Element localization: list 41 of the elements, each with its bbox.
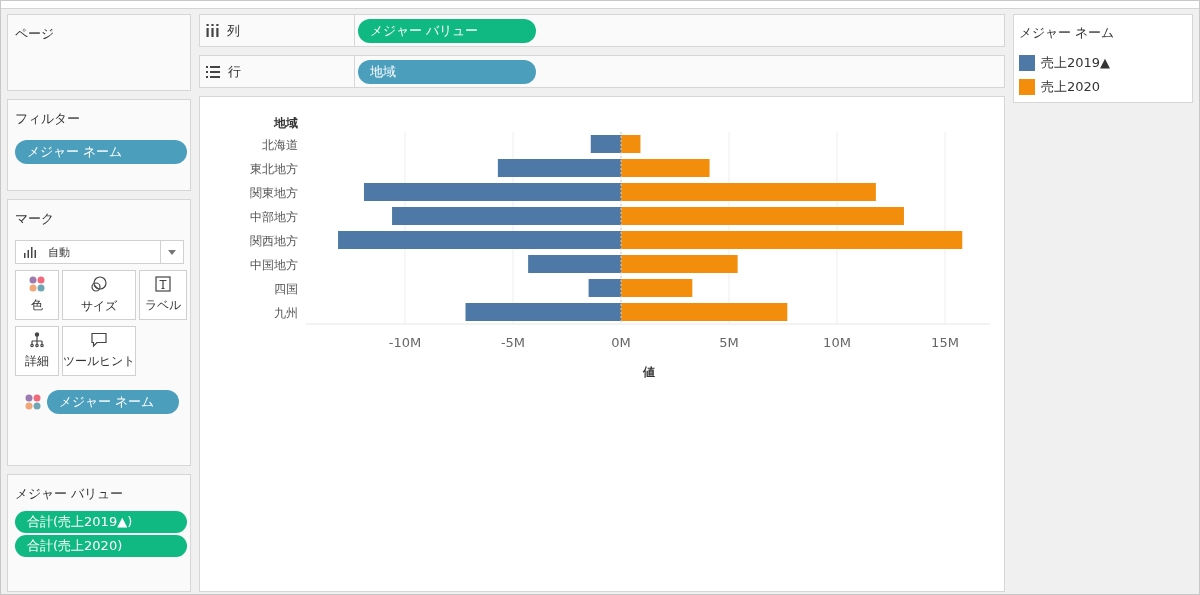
category-label: 中国地方 [250,257,298,272]
row-header: 地域 [274,116,298,130]
panel-title: ページ [15,25,55,43]
mark-property-button[interactable]: サイズ [62,270,136,320]
category-label: 関西地方 [250,233,298,248]
axis-tick-label: 0M [611,335,631,350]
text-label-icon [155,276,171,292]
axis-tick-label: 5M [719,335,739,350]
category-label: 四国 [274,281,298,296]
category-label: 東北地方 [250,161,298,176]
legend-label: 売上2019▲ [1041,54,1111,72]
legend-label: 売上2020 [1041,78,1101,96]
axis-tick-label: 15M [931,335,959,350]
axis-tick-label: -10M [388,335,422,350]
category-label: 関東地方 [250,185,298,200]
legend-title: メジャー ネーム [1019,24,1116,42]
mark-property-button[interactable]: 色 [15,270,59,320]
mark-type-dropdown[interactable]: 自動 [15,240,184,264]
mark-property-button[interactable]: ツールヒント [62,326,136,376]
category-label: 北海道 [262,137,298,152]
caret-icon [168,249,176,255]
axis-tick-label: 10M [823,335,851,350]
panel-title: マーク [15,210,55,228]
axis-tick-label: -5M [500,335,526,350]
category-label: 九州 [274,305,298,320]
color-dots-icon [25,394,41,410]
speech-bubble-icon [90,332,108,348]
category-label: 中部地方 [250,209,298,224]
axis-title: 値 [643,365,655,379]
panel-title: メジャー バリュー [15,485,125,503]
mark-property-button[interactable]: ラベル [139,270,187,320]
shelf-label: 行 [228,62,241,81]
bar-chart-icon [24,246,36,258]
hierarchy-icon [29,332,45,348]
columns-icon [206,24,219,37]
mark-property-button[interactable]: 詳細 [15,326,59,376]
color-dots-icon [29,276,45,292]
list-icon [206,65,220,78]
shelf-label: 列 [227,21,240,40]
panel-title: フィルター [15,110,81,128]
size-circles-icon [90,275,108,293]
